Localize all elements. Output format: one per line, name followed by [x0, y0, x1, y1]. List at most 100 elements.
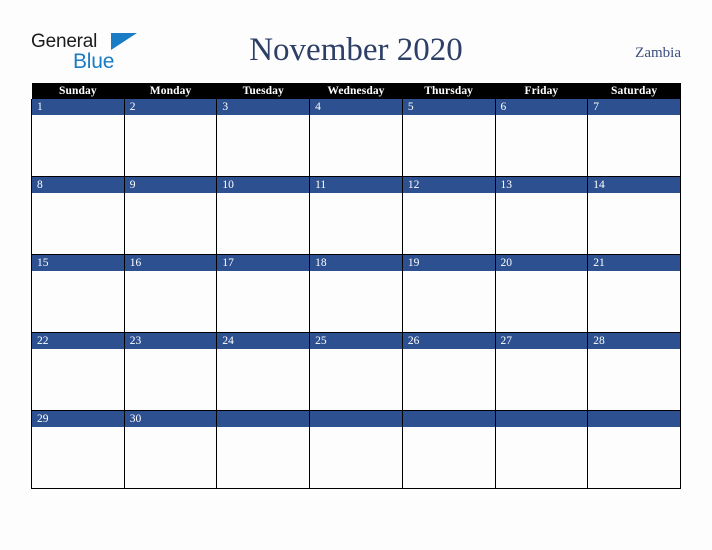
day-events-area[interactable] — [588, 271, 680, 331]
day-events-area[interactable] — [217, 115, 310, 175]
day-number: 1 — [32, 99, 124, 115]
day-events-area[interactable] — [32, 427, 124, 487]
day-events-area[interactable] — [588, 193, 680, 253]
day-events-area[interactable] — [124, 115, 217, 175]
calendar-day-cell-empty[interactable] — [587, 410, 681, 489]
calendar-day-cell[interactable]: 3 — [216, 99, 311, 177]
calendar-day-cell[interactable]: 28 — [587, 332, 681, 411]
calendar-day-cell[interactable]: 9 — [123, 176, 218, 255]
day-events-area[interactable] — [588, 115, 680, 175]
day-events-area[interactable] — [310, 271, 402, 331]
calendar-day-cell[interactable]: 5 — [401, 99, 496, 177]
calendar-day-cell[interactable]: 18 — [309, 254, 403, 333]
day-events-area[interactable] — [32, 349, 124, 409]
day-number: 12 — [402, 177, 495, 193]
day-number: 4 — [310, 99, 402, 115]
calendar-week-row: 15 16 17 18 19 20 21 — [31, 254, 681, 333]
calendar-day-cell[interactable]: 11 — [309, 176, 403, 255]
calendar-day-cell[interactable]: 6 — [494, 99, 589, 177]
calendar-week-row: 8 9 10 11 12 13 14 — [31, 176, 681, 255]
weekday-header-thursday: Thursday — [402, 83, 496, 99]
weekday-header-wednesday: Wednesday — [309, 83, 403, 99]
day-events-area[interactable] — [124, 349, 217, 409]
day-events-area[interactable] — [32, 115, 124, 175]
calendar-day-cell[interactable]: 30 — [123, 410, 218, 489]
calendar-day-cell[interactable]: 22 — [31, 332, 125, 411]
day-number — [310, 411, 402, 427]
calendar-day-cell[interactable]: 1 — [31, 99, 125, 177]
calendar-day-cell[interactable]: 10 — [216, 176, 311, 255]
calendar-day-cell[interactable]: 7 — [587, 99, 681, 177]
calendar-day-cell[interactable]: 19 — [401, 254, 496, 333]
day-events-area[interactable] — [402, 427, 495, 487]
weekday-header-friday: Friday — [495, 83, 588, 99]
day-events-area[interactable] — [310, 427, 402, 487]
calendar-day-cell[interactable]: 21 — [587, 254, 681, 333]
day-number: 19 — [402, 255, 495, 271]
day-number: 15 — [32, 255, 124, 271]
calendar-day-cell[interactable]: 15 — [31, 254, 125, 333]
day-number: 3 — [217, 99, 310, 115]
day-events-area[interactable] — [402, 349, 495, 409]
day-events-area[interactable] — [495, 349, 588, 409]
calendar-day-cell[interactable]: 2 — [123, 99, 218, 177]
day-number: 7 — [588, 99, 680, 115]
calendar-day-cell[interactable]: 14 — [587, 176, 681, 255]
day-events-area[interactable] — [217, 349, 310, 409]
day-number: 9 — [124, 177, 217, 193]
weekday-header-saturday: Saturday — [587, 83, 681, 99]
day-events-area[interactable] — [124, 193, 217, 253]
day-number: 11 — [310, 177, 402, 193]
calendar-day-cell[interactable]: 4 — [309, 99, 403, 177]
weekday-header-tuesday: Tuesday — [216, 83, 310, 99]
day-events-area[interactable] — [310, 115, 402, 175]
day-number: 21 — [588, 255, 680, 271]
day-events-area[interactable] — [310, 193, 402, 253]
day-number: 25 — [310, 333, 402, 349]
day-events-area[interactable] — [32, 271, 124, 331]
day-events-area[interactable] — [588, 349, 680, 409]
calendar-day-cell[interactable]: 24 — [216, 332, 311, 411]
calendar-day-cell[interactable]: 8 — [31, 176, 125, 255]
day-number: 20 — [495, 255, 588, 271]
day-number: 28 — [588, 333, 680, 349]
day-number: 13 — [495, 177, 588, 193]
calendar-day-cell-empty[interactable] — [494, 410, 589, 489]
calendar-day-cell[interactable]: 17 — [216, 254, 311, 333]
calendar-day-cell-empty[interactable] — [216, 410, 311, 489]
calendar-day-cell-empty[interactable] — [309, 410, 403, 489]
day-events-area[interactable] — [402, 115, 495, 175]
day-events-area[interactable] — [588, 427, 680, 487]
day-events-area[interactable] — [495, 193, 588, 253]
day-events-area[interactable] — [310, 349, 402, 409]
calendar-day-cell[interactable]: 23 — [123, 332, 218, 411]
day-events-area[interactable] — [217, 271, 310, 331]
calendar-week-row: 1 2 3 4 5 6 7 — [31, 99, 681, 177]
calendar-day-cell[interactable]: 13 — [494, 176, 589, 255]
calendar-day-cell[interactable]: 12 — [401, 176, 496, 255]
calendar-day-cell-empty[interactable] — [401, 410, 496, 489]
calendar-day-cell[interactable]: 25 — [309, 332, 403, 411]
day-events-area[interactable] — [217, 193, 310, 253]
calendar-day-cell[interactable]: 26 — [401, 332, 496, 411]
day-events-area[interactable] — [124, 427, 217, 487]
day-number: 30 — [124, 411, 217, 427]
calendar-day-cell[interactable]: 20 — [494, 254, 589, 333]
calendar-day-cell[interactable]: 16 — [123, 254, 218, 333]
country-label: Zambia — [635, 45, 681, 61]
calendar-week-row: 29 30 — [31, 410, 681, 489]
day-events-area[interactable] — [495, 115, 588, 175]
day-number — [495, 411, 588, 427]
calendar-day-cell[interactable]: 29 — [31, 410, 125, 489]
day-events-area[interactable] — [124, 271, 217, 331]
day-events-area[interactable] — [495, 427, 588, 487]
calendar-body: 1 2 3 4 5 6 7 8 9 10 11 12 13 14 15 16 1… — [31, 99, 681, 489]
calendar-day-cell[interactable]: 27 — [494, 332, 589, 411]
day-events-area[interactable] — [495, 271, 588, 331]
day-number — [217, 411, 310, 427]
day-events-area[interactable] — [217, 427, 310, 487]
day-events-area[interactable] — [402, 193, 495, 253]
day-number: 6 — [495, 99, 588, 115]
day-events-area[interactable] — [402, 271, 495, 331]
day-events-area[interactable] — [32, 193, 124, 253]
